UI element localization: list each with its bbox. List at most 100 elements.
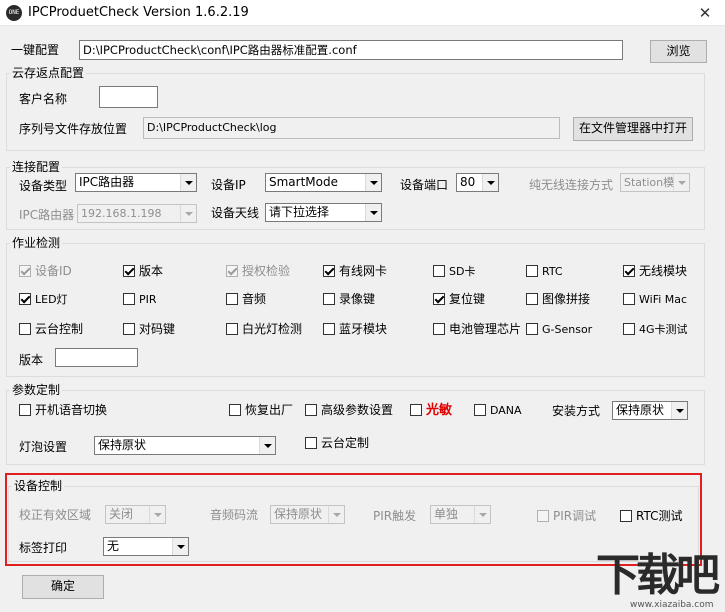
job-check-14[interactable]: 云台控制 xyxy=(19,321,83,337)
checkbox-box xyxy=(19,265,31,277)
job-check-20[interactable]: 4G卡测试 xyxy=(623,321,688,337)
ptz-custom-checkbox[interactable]: 云台定制 xyxy=(305,435,369,451)
job-check-18[interactable]: 电池管理芯片 xyxy=(433,321,521,337)
job-check-label: PIR xyxy=(139,293,157,306)
app-icon: ONE xyxy=(6,5,22,21)
watermark-logo: 下载吧 xyxy=(596,550,720,601)
job-check-0: 设备ID xyxy=(19,263,72,279)
dana-checkbox[interactable]: DANA xyxy=(474,402,522,418)
ipc-router-label: IPC路由器 xyxy=(19,208,75,222)
device-ip-select[interactable]: SmartMode xyxy=(265,173,382,192)
job-check-label: 录像键 xyxy=(339,292,376,306)
job-check-3[interactable]: 有线网卡 xyxy=(323,263,387,279)
chevron-down-icon xyxy=(671,402,687,419)
job-check-6[interactable]: 无线模块 xyxy=(623,263,687,279)
serial-path-field: D:\IPCProductCheck\log xyxy=(143,117,560,139)
checkbox-box xyxy=(433,265,445,277)
device-type-label: 设备类型 xyxy=(19,179,68,193)
job-check-13[interactable]: WiFi Mac xyxy=(623,291,687,307)
audio-stream-value: 保持原状 xyxy=(274,507,323,521)
job-check-10[interactable]: 录像键 xyxy=(323,291,375,307)
job-check-9[interactable]: 音频 xyxy=(226,291,266,307)
chevron-down-icon xyxy=(180,205,196,222)
job-check-4[interactable]: SD卡 xyxy=(433,263,475,279)
checkbox-box xyxy=(537,510,549,522)
checkbox-box xyxy=(323,323,335,335)
dana-label: DANA xyxy=(490,404,522,417)
job-version-input[interactable] xyxy=(55,348,138,367)
checkbox-box xyxy=(474,404,486,416)
factory-reset-label: 恢复出厂 xyxy=(245,403,294,417)
install-label: 安装方式 xyxy=(552,404,601,418)
audio-stream-select: 保持原状 xyxy=(270,505,345,524)
zone-label: 校正有效区域 xyxy=(19,508,92,522)
device-type-value: IPC路由器 xyxy=(79,175,135,189)
job-check-label: 复位键 xyxy=(449,292,486,306)
job-check-label: 有线网卡 xyxy=(339,264,388,278)
chevron-down-icon xyxy=(172,538,188,555)
customer-input[interactable] xyxy=(99,86,158,108)
photosensitive-checkbox[interactable]: 光敏 xyxy=(410,402,452,418)
job-check-15[interactable]: 对码键 xyxy=(123,321,175,337)
checkbox-box xyxy=(19,293,31,305)
onekey-path-field[interactable]: D:\IPCProductCheck\conf\IPC路由器标准配置.conf xyxy=(79,40,623,60)
job-check-7[interactable]: LED灯 xyxy=(19,291,68,307)
onekey-label: 一键配置 xyxy=(11,43,60,57)
job-check-11[interactable]: 复位键 xyxy=(433,291,485,307)
checkbox-box xyxy=(620,510,632,522)
tag-print-value: 无 xyxy=(107,539,120,553)
checkbox-box xyxy=(226,323,238,335)
ipc-router-select: 192.168.1.198 xyxy=(77,204,197,223)
close-icon[interactable]: ✕ xyxy=(695,3,715,23)
open-in-explorer-button[interactable]: 在文件管理器中打开 xyxy=(573,117,693,141)
job-check-16[interactable]: 白光灯检测 xyxy=(226,321,302,337)
watermark-url: www.xiazaiba.com xyxy=(630,600,714,610)
checkbox-box xyxy=(226,293,238,305)
chevron-down-icon xyxy=(180,174,196,191)
factory-reset-checkbox[interactable]: 恢复出厂 xyxy=(229,402,293,418)
zone-value: 关闭 xyxy=(109,507,134,521)
confirm-button[interactable]: 确定 xyxy=(22,575,104,599)
bulb-select[interactable]: 保持原状 xyxy=(94,436,276,455)
rtc-test-label: RTC测试 xyxy=(636,509,683,523)
antenna-select[interactable]: 请下拉选择 xyxy=(265,203,382,222)
rtc-test-checkbox[interactable]: RTC测试 xyxy=(620,508,682,524)
job-check-5[interactable]: RTC xyxy=(526,263,563,279)
device-port-label: 设备端口 xyxy=(400,178,449,192)
job-check-17[interactable]: 蓝牙模块 xyxy=(323,321,387,337)
job-check-label: 授权检验 xyxy=(242,264,291,278)
browse-button[interactable]: 浏览 xyxy=(650,40,707,63)
device-port-select[interactable]: 80 xyxy=(456,173,499,192)
job-check-label: 无线模块 xyxy=(639,264,688,278)
job-check-label: G-Sensor xyxy=(542,323,593,336)
job-check-label: 电池管理芯片 xyxy=(449,322,522,336)
antenna-label: 设备天线 xyxy=(211,206,260,220)
checkbox-box xyxy=(19,404,31,416)
chevron-down-icon xyxy=(365,204,381,221)
checkbox-box xyxy=(623,293,635,305)
job-check-12[interactable]: 图像拼接 xyxy=(526,291,590,307)
job-check-19[interactable]: G-Sensor xyxy=(526,321,592,337)
job-check-label: 对码键 xyxy=(139,322,176,336)
job-check-label: 白光灯检测 xyxy=(242,322,303,336)
checkbox-box xyxy=(623,323,635,335)
device-type-select[interactable]: IPC路由器 xyxy=(75,173,197,192)
checkbox-box xyxy=(123,293,135,305)
voice-switch-checkbox[interactable]: 开机语音切换 xyxy=(19,402,107,418)
install-select[interactable]: 保持原状 xyxy=(612,401,688,420)
chevron-down-icon xyxy=(259,437,275,454)
chevron-down-icon xyxy=(482,174,498,191)
tag-print-select[interactable]: 无 xyxy=(103,537,189,556)
checkbox-box xyxy=(305,437,317,449)
checkbox-box xyxy=(526,323,538,335)
window-title: IPCProduetCheck Version 1.6.2.19 xyxy=(28,5,249,20)
checkbox-box xyxy=(433,293,445,305)
job-check-1[interactable]: 版本 xyxy=(123,263,163,279)
wireless-mode-value: Station模 xyxy=(624,176,675,189)
pir-trigger-label: PIR触发 xyxy=(373,509,417,523)
checkbox-box xyxy=(229,404,241,416)
job-check-label: 设备ID xyxy=(35,264,72,278)
job-check-8[interactable]: PIR xyxy=(123,291,157,307)
chevron-down-icon xyxy=(328,506,344,523)
advanced-params-checkbox[interactable]: 高级参数设置 xyxy=(305,402,393,418)
